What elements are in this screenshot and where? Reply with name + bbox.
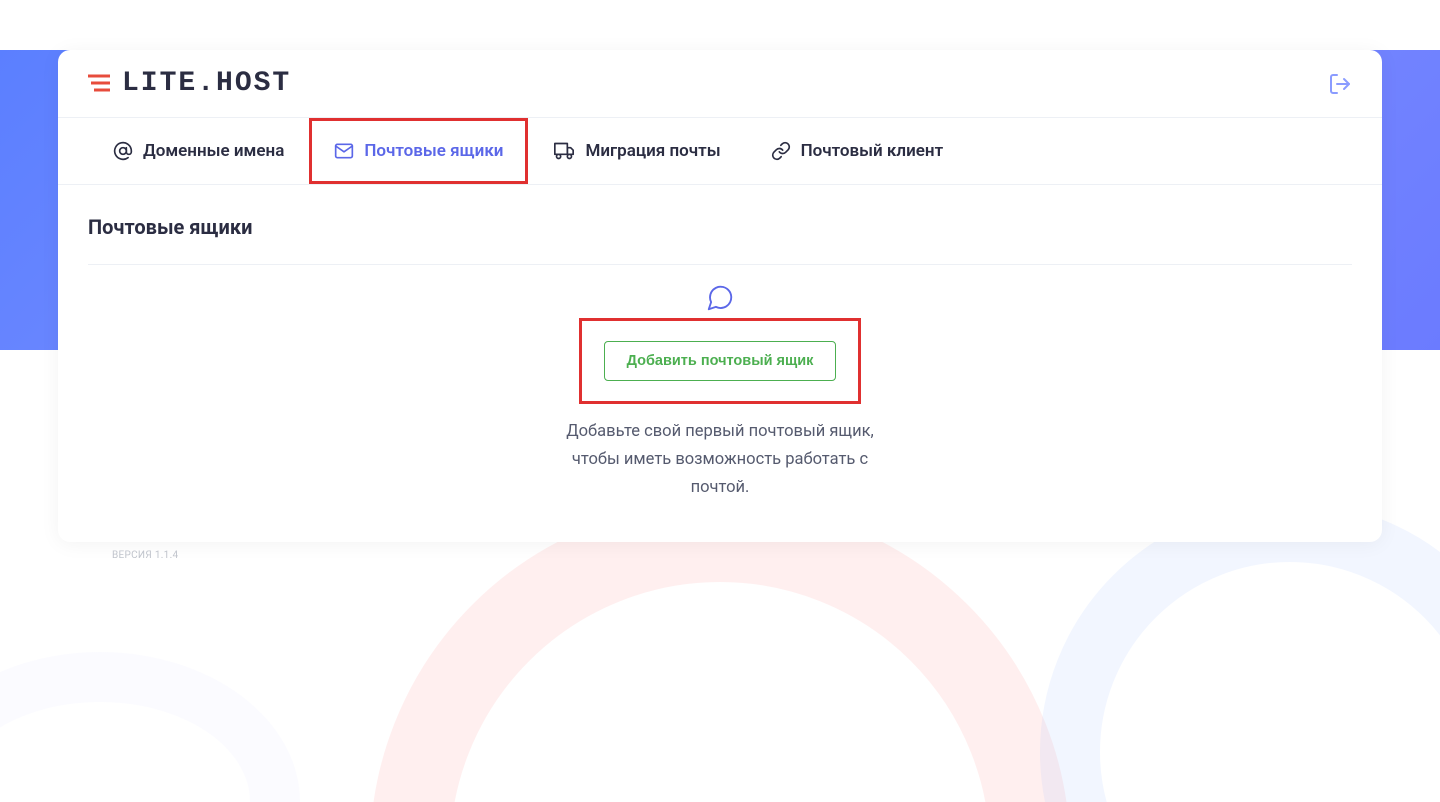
tab-mailboxes[interactable]: Почтовые ящики: [309, 118, 528, 184]
logout-button[interactable]: [1328, 72, 1352, 96]
empty-state-message: Добавьте свой первый почтовый ящик, чтоб…: [560, 418, 880, 502]
highlight-box: Добавить почтовый ящик: [579, 318, 862, 404]
truck-icon: [553, 141, 575, 161]
tab-mail-client[interactable]: Почтовый клиент: [746, 118, 969, 184]
logout-icon: [1328, 72, 1352, 96]
mail-icon: [334, 141, 354, 161]
add-mailbox-button[interactable]: Добавить почтовый ящик: [604, 341, 837, 381]
tab-label: Почтовый клиент: [801, 141, 944, 161]
empty-state: Добавить почтовый ящик Добавьте свой пер…: [88, 265, 1352, 502]
tab-label: Доменные имена: [143, 141, 284, 161]
chat-bubble-icon: [705, 283, 735, 317]
header-bar: LITE.HOST: [58, 50, 1382, 118]
tab-label: Миграция почты: [585, 141, 720, 161]
link-icon: [771, 141, 791, 161]
logo[interactable]: LITE.HOST: [88, 68, 291, 99]
page-title: Почтовые ящики: [88, 215, 1352, 239]
logo-icon: [88, 73, 118, 95]
content-area: Почтовые ящики Добавить почтовый ящик До…: [58, 185, 1382, 542]
tab-mail-migration[interactable]: Миграция почты: [528, 118, 745, 184]
content-header: Почтовые ящики: [88, 215, 1352, 265]
main-panel: LITE.HOST Доменные имена: [58, 50, 1382, 542]
version-label: ВЕРСИЯ 1.1.4: [112, 550, 1440, 561]
at-icon: [113, 141, 133, 161]
tab-label: Почтовые ящики: [364, 141, 503, 161]
tab-domain-names[interactable]: Доменные имена: [88, 118, 309, 184]
logo-text: LITE.HOST: [122, 68, 291, 99]
nav-tabs: Доменные имена Почтовые ящики Миграция: [58, 118, 1382, 185]
